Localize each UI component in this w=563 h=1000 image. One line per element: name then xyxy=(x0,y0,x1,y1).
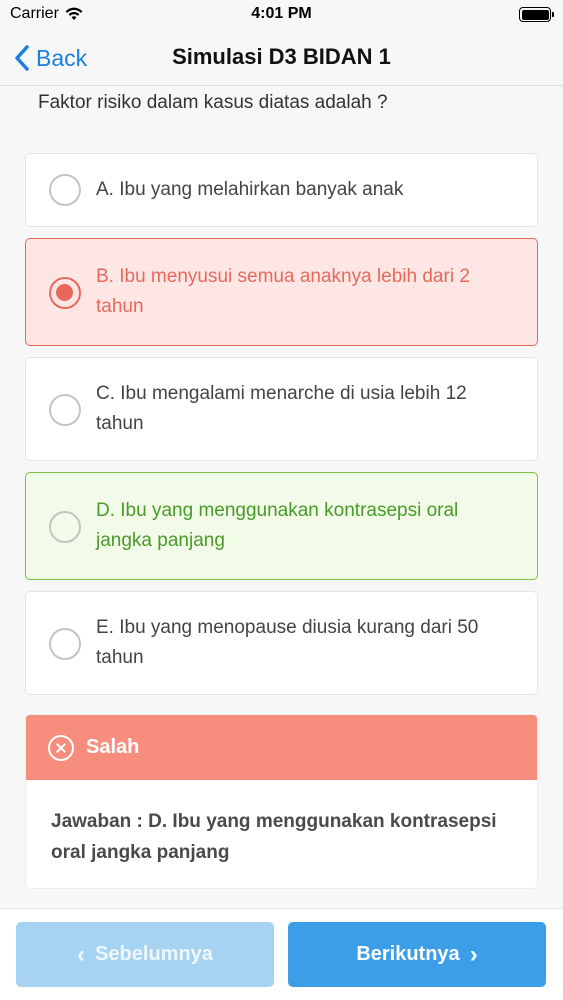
option-label: C. Ibu mengalami menarche di usia lebih … xyxy=(96,383,467,434)
radio-button[interactable] xyxy=(49,628,81,660)
page-title: Simulasi D3 BIDAN 1 xyxy=(172,44,391,69)
next-button[interactable]: Berikutnya › xyxy=(288,922,546,987)
radio-button[interactable] xyxy=(49,174,81,206)
status-bar: Carrier 4:01 PM xyxy=(0,0,563,30)
option-d[interactable]: D. Ibu yang menggunakan kontrasepsi oral… xyxy=(25,472,538,580)
option-c[interactable]: C. Ibu mengalami menarche di usia lebih … xyxy=(25,357,538,461)
question-text: Faktor risiko dalam kasus diatas adalah … xyxy=(38,92,388,113)
chevron-right-icon: › xyxy=(469,940,478,968)
option-label: B. Ibu menyusui semua anaknya lebih dari… xyxy=(96,266,470,317)
answer-feedback-card: Salah Jawaban : D. Ibu yang menggunakan … xyxy=(25,714,538,889)
radio-button-selected[interactable] xyxy=(49,277,81,309)
option-label: D. Ibu yang menggunakan kontrasepsi oral… xyxy=(96,500,459,551)
option-label: E. Ibu yang menopause diusia kurang dari… xyxy=(96,617,479,668)
navigation-bar: Back Simulasi D3 BIDAN 1 xyxy=(0,30,563,86)
battery-icon xyxy=(519,7,554,22)
clock: 4:01 PM xyxy=(251,5,312,22)
feedback-answer: Jawaban : D. Ibu yang menggunakan kontra… xyxy=(51,811,497,863)
bottom-navigation: ‹ Sebelumnya Berikutnya › xyxy=(0,908,563,1000)
option-b[interactable]: B. Ibu menyusui semua anaknya lebih dari… xyxy=(25,238,538,346)
feedback-header: Salah xyxy=(26,715,537,780)
x-circle-icon xyxy=(48,734,74,761)
radio-button[interactable] xyxy=(49,394,81,426)
next-label: Berikutnya xyxy=(356,943,460,965)
feedback-status: Salah xyxy=(86,736,140,758)
previous-button[interactable]: ‹ Sebelumnya xyxy=(16,922,274,987)
option-a[interactable]: A. Ibu yang melahirkan banyak anak xyxy=(25,153,538,227)
chevron-left-icon: ‹ xyxy=(77,940,86,968)
option-label: A. Ibu yang melahirkan banyak anak xyxy=(96,179,404,200)
radio-button[interactable] xyxy=(49,511,81,543)
previous-label: Sebelumnya xyxy=(95,943,213,965)
option-e[interactable]: E. Ibu yang menopause diusia kurang dari… xyxy=(25,591,538,695)
